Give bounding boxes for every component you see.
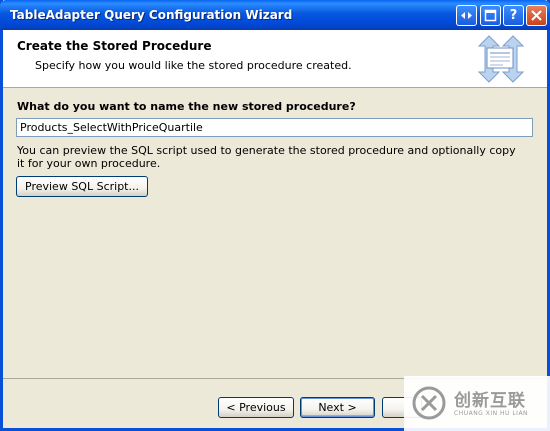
procedure-name-input[interactable] xyxy=(16,118,533,137)
watermark-logo: 创新互联 CHUANG XIN HU LIAN xyxy=(404,376,550,431)
maximize-button[interactable] xyxy=(480,5,501,26)
page-title: Create the Stored Procedure xyxy=(17,39,212,53)
brand-name-cn: 创新互联 xyxy=(454,391,526,411)
previous-button[interactable]: < Previous xyxy=(218,397,294,418)
next-button[interactable]: Next > xyxy=(300,397,375,418)
database-arrows-icon xyxy=(477,35,525,83)
wizard-body: What do you want to name the new stored … xyxy=(3,88,547,378)
close-button[interactable] xyxy=(526,5,547,26)
help-icon: ? xyxy=(509,8,518,23)
brand-name-en: CHUANG XIN HU LIAN xyxy=(454,410,529,417)
page-subtitle: Specify how you would like the stored pr… xyxy=(35,59,352,72)
close-icon xyxy=(531,10,542,21)
procedure-name-label: What do you want to name the new stored … xyxy=(17,100,356,113)
brand-logo-icon xyxy=(412,386,446,420)
title-bar[interactable]: TableAdapter Query Configuration Wizard … xyxy=(0,0,550,30)
wizard-header: Create the Stored Procedure Specify how … xyxy=(3,30,547,88)
restore-arrows-icon[interactable] xyxy=(456,5,477,26)
help-button[interactable]: ? xyxy=(503,5,524,26)
wizard-window: TableAdapter Query Configuration Wizard … xyxy=(0,0,550,431)
window-title: TableAdapter Query Configuration Wizard xyxy=(10,8,293,22)
preview-description: You can preview the SQL script used to g… xyxy=(17,144,516,170)
preview-sql-script-button[interactable]: Preview SQL Script... xyxy=(16,176,148,197)
